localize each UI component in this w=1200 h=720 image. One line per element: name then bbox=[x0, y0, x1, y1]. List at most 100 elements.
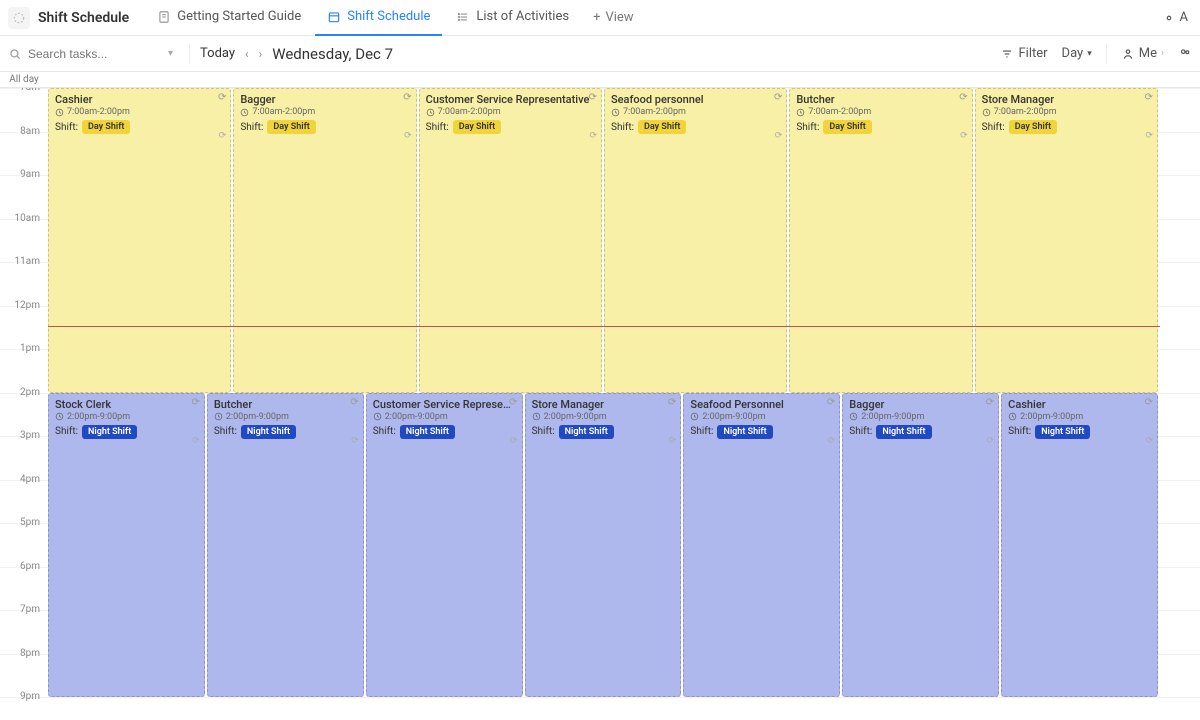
event-title: Bagger bbox=[849, 398, 992, 411]
event-title: Butcher bbox=[796, 93, 965, 106]
assignee-filter-button[interactable] bbox=[1178, 47, 1192, 61]
resize-handle-icon[interactable]: ⟳ bbox=[219, 131, 227, 141]
person-icon bbox=[1121, 47, 1135, 61]
shift-badge: Day Shift bbox=[823, 120, 871, 134]
shift-event[interactable]: Store Manager7:00am-2:00pmShift:Day Shif… bbox=[975, 88, 1158, 393]
resize-handle-icon[interactable]: ⟳ bbox=[1145, 131, 1153, 141]
recurring-icon: ⟳ bbox=[827, 397, 835, 408]
event-title: Butcher bbox=[214, 398, 357, 411]
clock-icon bbox=[240, 108, 249, 117]
search-input[interactable] bbox=[28, 47, 148, 61]
event-shift-row: Shift:Night Shift bbox=[214, 425, 357, 439]
event-time: 7:00am-2:00pm bbox=[426, 107, 595, 117]
clock-icon bbox=[214, 412, 223, 421]
tab-label: Shift Schedule bbox=[347, 9, 430, 24]
today-button[interactable]: Today bbox=[200, 46, 235, 61]
recurring-icon: ⟳ bbox=[350, 397, 358, 408]
event-title: Customer Service Representative bbox=[373, 398, 516, 411]
shift-badge: Night Shift bbox=[400, 425, 455, 439]
resize-handle-icon[interactable]: ⟳ bbox=[669, 436, 677, 446]
shift-event[interactable]: Store Manager2:00pm-9:00pmShift:Night Sh… bbox=[525, 393, 682, 698]
resize-handle-icon[interactable]: ⟳ bbox=[351, 436, 359, 446]
recurring-icon: ⟳ bbox=[509, 397, 517, 408]
recurring-icon: ⟳ bbox=[1145, 397, 1153, 408]
hour-label: 9am bbox=[0, 169, 44, 180]
resize-handle-icon[interactable]: ⟳ bbox=[192, 436, 200, 446]
clock-icon bbox=[55, 412, 64, 421]
automate-button[interactable]: A bbox=[1162, 10, 1188, 25]
calendar-grid[interactable]: 7am8am9am10am11am12pm1pm2pm3pm4pm5pm6pm7… bbox=[0, 88, 1200, 720]
recurring-icon: ⟳ bbox=[986, 397, 994, 408]
event-shift-row: Shift:Day Shift bbox=[796, 120, 965, 134]
recurring-icon: ⟳ bbox=[774, 92, 782, 103]
shift-event[interactable]: Customer Service Representative7:00am-2:… bbox=[419, 88, 602, 393]
resize-handle-icon[interactable]: ⟳ bbox=[775, 131, 783, 141]
doc-icon bbox=[157, 10, 171, 24]
search-dropdown-icon[interactable]: ▾ bbox=[168, 48, 173, 59]
view-mode-dropdown[interactable]: Day ▾ bbox=[1062, 46, 1092, 61]
next-day-button[interactable]: › bbox=[259, 47, 263, 61]
event-shift-row: Shift:Night Shift bbox=[373, 425, 516, 439]
resize-handle-icon[interactable]: ⟳ bbox=[404, 131, 412, 141]
shift-event[interactable]: Seafood personnel7:00am-2:00pmShift:Day … bbox=[604, 88, 787, 393]
event-time: 7:00am-2:00pm bbox=[240, 107, 409, 117]
hour-label: 8am bbox=[0, 126, 44, 137]
tab-shift-schedule[interactable]: Shift Schedule bbox=[315, 0, 442, 36]
resize-handle-icon[interactable]: ⟳ bbox=[510, 436, 518, 446]
clock-icon bbox=[55, 108, 64, 117]
event-shift-row: Shift:Night Shift bbox=[532, 425, 675, 439]
filter-button[interactable]: Filter bbox=[1000, 46, 1047, 61]
shift-event[interactable]: Stock Clerk2:00pm-9:00pmShift:Night Shif… bbox=[48, 393, 205, 698]
shift-badge: Night Shift bbox=[717, 425, 772, 439]
resize-handle-icon[interactable]: ⟳ bbox=[589, 131, 597, 141]
hour-label: 10am bbox=[0, 213, 44, 224]
shift-badge: Night Shift bbox=[876, 425, 931, 439]
prev-day-button[interactable]: ‹ bbox=[245, 47, 249, 61]
list-icon bbox=[456, 10, 470, 24]
shift-event[interactable]: Bagger7:00am-2:00pmShift:Day Shift⟳⟳ bbox=[233, 88, 416, 393]
tab-list-activities[interactable]: List of Activities bbox=[444, 0, 581, 36]
hour-label: 9pm bbox=[0, 691, 44, 702]
event-title: Stock Clerk bbox=[55, 398, 198, 411]
workspace-icon[interactable] bbox=[8, 7, 30, 29]
allday-row[interactable]: All day bbox=[0, 72, 1200, 88]
shift-event[interactable]: Cashier7:00am-2:00pmShift:Day Shift⟳⟳ bbox=[48, 88, 231, 393]
event-time: 7:00am-2:00pm bbox=[796, 107, 965, 117]
event-shift-row: Shift:Day Shift bbox=[426, 120, 595, 134]
clock-icon bbox=[796, 108, 805, 117]
hour-label: 4pm bbox=[0, 474, 44, 485]
shift-event[interactable]: Butcher7:00am-2:00pmShift:Day Shift⟳⟳ bbox=[789, 88, 972, 393]
search-box[interactable] bbox=[8, 47, 158, 61]
add-view-label: View bbox=[605, 10, 633, 25]
event-title: Store Manager bbox=[532, 398, 675, 411]
resize-handle-icon[interactable]: ⟳ bbox=[828, 436, 836, 446]
shift-event[interactable]: Cashier2:00pm-9:00pmShift:Night Shift⟳⟳ bbox=[1001, 393, 1158, 698]
event-shift-row: Shift:Night Shift bbox=[690, 425, 833, 439]
shift-event[interactable]: Seafood Personnel2:00pm-9:00pmShift:Nigh… bbox=[683, 393, 840, 698]
recurring-icon: ⟳ bbox=[1145, 92, 1153, 103]
tab-label: Getting Started Guide bbox=[177, 9, 301, 24]
shift-event[interactable]: Bagger2:00pm-9:00pmShift:Night Shift⟳⟳ bbox=[842, 393, 999, 698]
shift-badge: Day Shift bbox=[82, 120, 130, 134]
calendar-icon bbox=[327, 10, 341, 24]
calendar-view: All day 7am8am9am10am11am12pm1pm2pm3pm4p… bbox=[0, 72, 1200, 720]
event-title: Seafood Personnel bbox=[690, 398, 833, 411]
event-shift-row: Shift:Day Shift bbox=[55, 120, 224, 134]
clock-icon bbox=[611, 108, 620, 117]
resize-handle-icon[interactable]: ⟳ bbox=[1145, 436, 1153, 446]
tab-getting-started[interactable]: Getting Started Guide bbox=[145, 0, 313, 36]
hour-label: 6pm bbox=[0, 561, 44, 572]
add-view-button[interactable]: + View bbox=[583, 10, 644, 25]
shift-event[interactable]: Butcher2:00pm-9:00pmShift:Night Shift⟳⟳ bbox=[207, 393, 364, 698]
event-title: Seafood personnel bbox=[611, 93, 780, 106]
hour-label: 2pm bbox=[0, 387, 44, 398]
sparkle-icon bbox=[1162, 11, 1176, 25]
shift-badge: Day Shift bbox=[638, 120, 686, 134]
me-filter-button[interactable]: Me › bbox=[1121, 46, 1164, 61]
clock-icon bbox=[532, 412, 541, 421]
resize-handle-icon[interactable]: ⟳ bbox=[987, 436, 995, 446]
shift-event[interactable]: Customer Service Representative2:00pm-9:… bbox=[366, 393, 523, 698]
resize-handle-icon[interactable]: ⟳ bbox=[960, 131, 968, 141]
top-bar: Shift Schedule Getting Started Guide Shi… bbox=[0, 0, 1200, 36]
workspace-title[interactable]: Shift Schedule bbox=[38, 10, 129, 26]
